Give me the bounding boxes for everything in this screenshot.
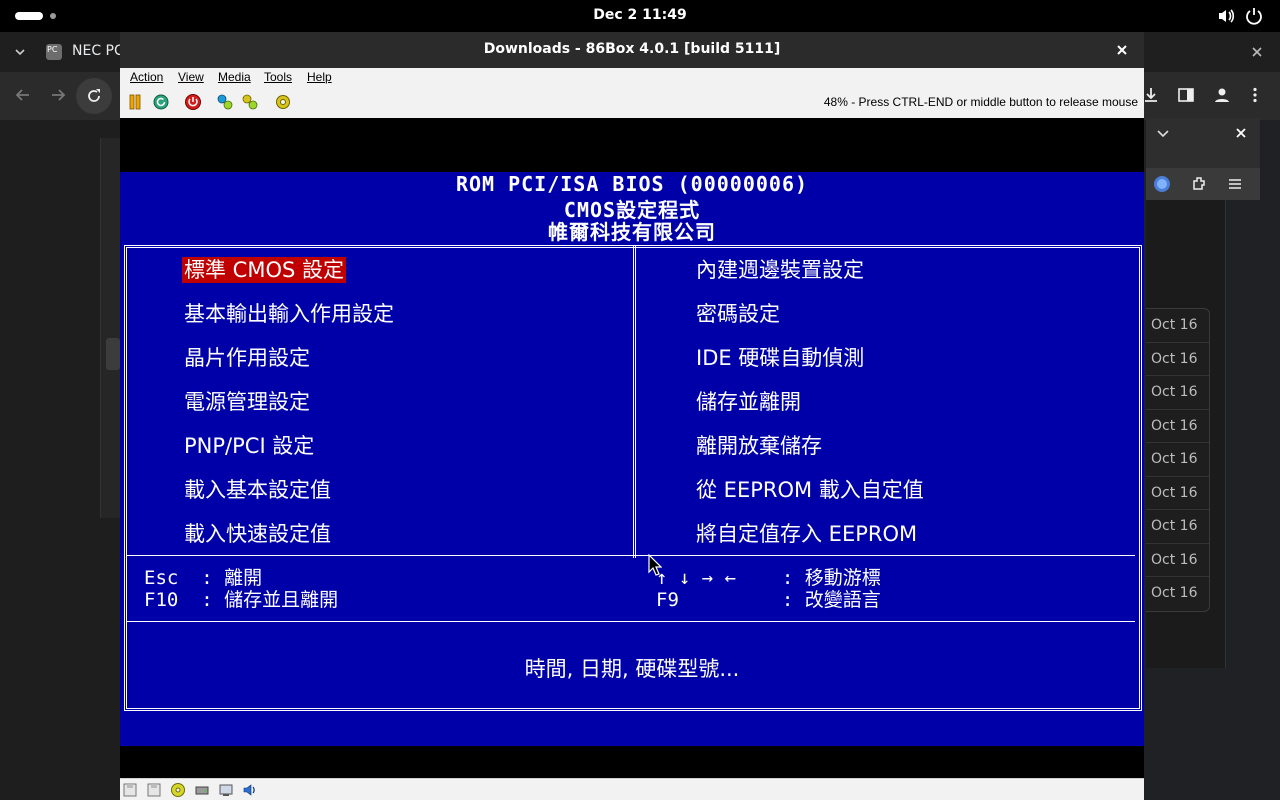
power-off-icon[interactable]	[184, 93, 202, 111]
list-item[interactable]: Oct 16	[1146, 376, 1209, 410]
emulated-screen[interactable]: ROM PCI/ISA BIOS (00000006) CMOS設定程式 帷爾科…	[120, 118, 1144, 778]
page-side-panel	[100, 138, 120, 518]
bios-item-exit-no-save[interactable]: 離開放棄儲存	[696, 433, 822, 459]
account-icon[interactable]	[1213, 86, 1231, 104]
list-item[interactable]: Oct 16	[1146, 577, 1209, 611]
list-item[interactable]: Oct 16	[1146, 343, 1209, 376]
bios-item-power-management[interactable]: 電源管理設定	[184, 389, 310, 415]
bios-item-password[interactable]: 密碼設定	[696, 301, 780, 327]
menu-tools[interactable]: Tools	[264, 70, 292, 84]
clock[interactable]: Dec 2 11:49	[0, 7, 1280, 23]
list-item[interactable]: Oct 16	[1146, 309, 1209, 343]
browser-tab[interactable]: PC NEC PC	[38, 36, 128, 68]
ctrl-esc-icon[interactable]	[241, 93, 259, 111]
bios-item-load-fast-defaults[interactable]: 載入快速設定值	[184, 521, 331, 547]
collapse-chevron-icon[interactable]	[1156, 126, 1170, 140]
bios-item-help: 時間, 日期, 硬碟型號...	[524, 657, 740, 681]
bios-item-save-exit[interactable]: 儲存並離開	[696, 389, 801, 415]
list-item[interactable]: Oct 16	[1146, 410, 1209, 443]
sound-icon[interactable]	[242, 782, 258, 798]
download-icon[interactable]	[1142, 86, 1160, 104]
cdrom-icon[interactable]	[170, 782, 186, 798]
list-item[interactable]: Oct 16	[1146, 443, 1209, 477]
key-help-f10: F10 : 儲存並且離開	[144, 589, 339, 611]
settings-icon[interactable]	[274, 93, 292, 111]
bios-column-divider	[633, 245, 636, 558]
forward-icon[interactable]	[49, 86, 67, 104]
tab-title: NEC PC	[72, 43, 124, 59]
window-title: Downloads - 86Box 4.0.1 [build 5111]	[483, 41, 781, 57]
top-bar: Dec 2 11:49	[0, 0, 1280, 32]
menu-media[interactable]: Media	[218, 70, 251, 84]
reload-icon	[88, 89, 100, 102]
key-help-arrows: ↑ ↓ → ← : 移動游標	[656, 567, 881, 589]
pause-icon[interactable]	[126, 93, 144, 111]
emulator-window: Downloads - 86Box 4.0.1 [build 5111] Act…	[120, 32, 1144, 800]
bios-item-bios-features[interactable]: 基本輸出輸入作用設定	[184, 301, 394, 327]
mouse-capture-status: 48% - Press CTRL-END or middle button to…	[823, 95, 1138, 109]
emulator-status-bar	[120, 778, 1144, 800]
ctrl-alt-del-icon[interactable]	[216, 93, 234, 111]
bios-item-save-eeprom[interactable]: 將自定值存入 EEPROM	[696, 521, 917, 547]
sidebar-toggle-icon[interactable]	[1177, 86, 1195, 104]
tab-list-chevron-icon[interactable]	[12, 44, 28, 60]
close-panel-icon[interactable]	[1234, 126, 1248, 140]
bios-item-ide-detect[interactable]: IDE 硬碟自動偵測	[696, 345, 864, 371]
floppy-drive-2-icon[interactable]	[146, 782, 162, 798]
bios-item-load-eeprom[interactable]: 從 EEPROM 載入自定值	[696, 477, 924, 503]
tab-favicon: PC	[46, 44, 62, 60]
window-titlebar[interactable]: Downloads - 86Box 4.0.1 [build 5111]	[120, 32, 1144, 68]
list-item[interactable]: Oct 16	[1146, 510, 1209, 544]
menu-action[interactable]: Action	[130, 70, 163, 84]
extension-toolbar	[1146, 168, 1260, 200]
list-item[interactable]: Oct 16	[1146, 477, 1209, 510]
power-icon[interactable]	[1244, 6, 1264, 26]
bios-item-load-defaults[interactable]: 載入基本設定值	[184, 477, 331, 503]
mouse-cursor-icon	[648, 554, 662, 576]
more-menu-icon[interactable]	[1246, 86, 1264, 104]
page-scroll-thumb[interactable]	[106, 338, 120, 370]
hard-disk-icon[interactable]	[194, 782, 210, 798]
bios-item-pnp-pci[interactable]: PNP/PCI 設定	[184, 433, 314, 459]
window-close-icon[interactable]	[1112, 40, 1132, 60]
reload-button[interactable]	[76, 78, 112, 114]
bios-item-chipset-features[interactable]: 晶片作用設定	[184, 345, 310, 371]
extensions-icon[interactable]	[1190, 175, 1208, 193]
bios-divider-keys	[127, 555, 1135, 556]
bios-vendor: 帷爾科技有限公司	[548, 220, 716, 244]
bios-item-standard-cmos[interactable]: 標準 CMOS 設定	[182, 257, 346, 283]
floppy-drive-1-icon[interactable]	[122, 782, 138, 798]
list-item[interactable]: Oct 16	[1146, 544, 1209, 577]
desktop: Dec 2 11:49 PC NEC PC Oct 16 Oct 16 Oct …	[0, 0, 1280, 800]
bios-divider-help	[127, 621, 1135, 622]
close-tab-icon[interactable]	[1250, 45, 1264, 59]
menu-help[interactable]: Help	[307, 70, 332, 84]
bios-title: ROM PCI/ISA BIOS (00000006)	[455, 172, 809, 196]
emulator-toolbar: 48% - Press CTRL-END or middle button to…	[120, 88, 1144, 116]
key-help-f9: F9 : 改變語言	[656, 589, 881, 611]
back-icon[interactable]	[14, 86, 32, 104]
reset-icon[interactable]	[152, 93, 170, 111]
menu-bar: Action View Media Tools Help	[120, 68, 1144, 88]
hamburger-menu-icon[interactable]	[1226, 175, 1244, 193]
key-help-esc: Esc : 離開	[144, 567, 263, 589]
network-icon[interactable]	[218, 782, 234, 798]
volume-icon[interactable]	[1216, 6, 1236, 26]
globe-icon[interactable]	[1153, 175, 1171, 193]
bios-item-integrated-peripherals[interactable]: 內建週邊裝置設定	[696, 257, 864, 283]
menu-view[interactable]: View	[178, 70, 204, 84]
bios-setup-screen: ROM PCI/ISA BIOS (00000006) CMOS設定程式 帷爾科…	[120, 172, 1144, 746]
date-list: Oct 16 Oct 16 Oct 16 Oct 16 Oct 16 Oct 1…	[1146, 308, 1210, 612]
